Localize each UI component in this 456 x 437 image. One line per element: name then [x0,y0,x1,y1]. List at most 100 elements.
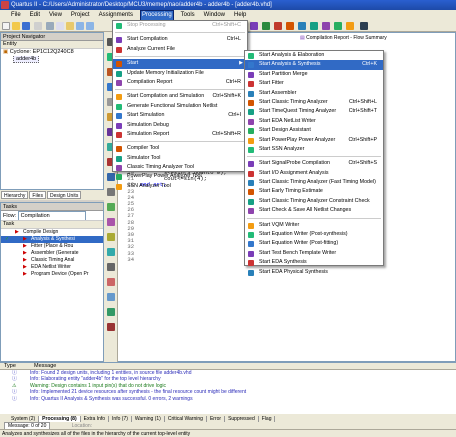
menu-item-start-eda-synthesis[interactable]: Start EDA Synthesis [245,258,383,267]
stop-icon[interactable] [274,22,282,30]
menu-item-analyze-current-file[interactable]: Analyze Current File [113,45,247,54]
save-icon[interactable] [22,22,30,30]
menu-item-start-powerplay-power-analyzer[interactable]: Start PowerPlay Power Analyzer Ctrl+Shift… [245,136,383,145]
menu-item-classic-timing-analyzer-tool[interactable]: Classic Timing Analyzer Tool [113,163,247,172]
copy-icon[interactable] [56,22,64,30]
open-folder-icon[interactable] [12,22,20,30]
programmer-icon[interactable] [334,22,342,30]
expand-arrow-icon[interactable]: ▶ [23,243,27,250]
paste-icon[interactable] [66,22,74,30]
task-label: EDA Netlist Writer [31,264,71,270]
menu-item-start-ssn-analyzer[interactable]: Start SSN Analyzer [245,145,383,154]
entity-row[interactable]: adder4b [1,56,103,63]
menu-item-start-signalprobe-compilation[interactable]: Start SignalProbe Compilation Ctrl+Shift+… [245,159,383,168]
menu-item-ssn-analyzer-tool[interactable]: SSN Analyzer Tool [113,182,247,191]
menu-item-start-eda-physical-synthesis[interactable]: Start EDA Physical Synthesis [245,268,383,277]
menu-item-start-vqm-writer[interactable]: Start VQM Writer [245,221,383,230]
expand-arrow-icon[interactable]: ▶ [23,264,27,271]
menu-item-start-classic-timing-analyzer[interactable]: Start Classic Timing Analyzer Ctrl+Shift+… [245,98,383,107]
title-bar: Quartus II - C:/Users/Administrator/Desk… [0,0,456,10]
redo-icon[interactable] [86,22,94,30]
menu-item-start-fitter[interactable]: Start Fitter [245,79,383,88]
grid-icon[interactable] [107,308,115,316]
tab-files[interactable]: Files [29,191,46,199]
select-icon[interactable] [107,203,115,211]
expand-arrow-icon[interactable]: ▶ [15,229,19,236]
new-file-icon[interactable] [2,22,10,30]
menu-item-powerplay-power-analyzer-tool[interactable]: PowerPlay Power Analyzer Tool [113,172,247,181]
menu-file[interactable]: File [10,11,22,20]
menu-item-update-memory-initialization-file[interactable]: Update Memory Initialization File [113,69,247,78]
expand-arrow-icon[interactable]: ▶ [23,236,27,243]
compile-icon[interactable] [250,22,258,30]
menu-window[interactable]: Window [203,11,226,20]
menu-item-start-timequest-timing-analyzer[interactable]: Start TimeQuest Timing Analyzer Ctrl+Shif… [245,107,383,116]
task-item[interactable]: ▶ Classic Timing Anal [1,257,103,264]
menu-item-compilation-report[interactable]: Compilation Report Ctrl+R [113,78,247,87]
expand-arrow-icon[interactable]: ▶ [23,250,27,257]
menu-item-start-eda-netlist-writer[interactable]: Start EDA NetList Writer [245,117,383,126]
case-icon[interactable] [107,248,115,256]
expand-arrow-icon[interactable]: ▶ [23,271,27,278]
zoom-icon[interactable] [107,293,115,301]
undo-icon[interactable] [76,22,84,30]
simulator-icon[interactable] [346,22,354,30]
message-row[interactable]: ⓘ Info: Quartus II Analysis & Synthesis w… [0,396,456,402]
tab-design-units[interactable]: Design Units [46,191,82,199]
menu-item-simulation-report[interactable]: Simulation Report Ctrl+Shift+R [113,130,247,139]
menu-processing[interactable]: Processing [139,9,174,21]
timing-icon[interactable] [298,22,306,30]
menu-item-start-test-bench-template-writer[interactable]: Start Test Bench Template Writer [245,249,383,258]
menu-item-start-partition-merge[interactable]: Start Partition Merge [245,70,383,79]
menu-item-start-compilation[interactable]: Start Compilation Ctrl+L [113,35,247,44]
menu-item-start-check-save-all-netlist-changes[interactable]: Start Check & Save All Netlist Changes [245,206,383,215]
menu-item-start-i-o-assignment-analysis[interactable]: Start I/O Assignment Analysis [245,169,383,178]
menu-item-compiler-tool[interactable]: Compiler Tool [113,144,247,153]
task-item[interactable]: ▶ Program Device (Open Pr [1,271,103,278]
tab-icon[interactable] [107,233,115,241]
start-compilation-icon[interactable] [262,22,270,30]
tab-hierarchy[interactable]: Hierarchy [1,191,29,199]
menu-item-start-early-timing-estimate[interactable]: Start Early Timing Estimate [245,187,383,196]
task-item[interactable]: ▶ Fitter (Place & Rou [1,243,103,250]
menu-item-generate-functional-simulation-netlist[interactable]: Generate Functional Simulation Netlist [113,102,247,111]
menu-tools[interactable]: Tools [180,11,196,20]
menu-item-simulation-debug[interactable]: Simulation Debug [113,121,247,130]
menu-project[interactable]: Project [70,11,91,20]
menu-assignments[interactable]: Assignments [98,11,134,20]
menu-item-stop-processing[interactable]: Stop Processing Ctrl+Shift+C [113,21,247,30]
menu-item-start-equation-writer-post-fitting[interactable]: Start Equation Writer (Post-fitting) [245,239,383,248]
wrap-icon[interactable] [107,218,115,226]
compilation-report-tab[interactable]: ▤ Compilation Report - Flow Summary [300,34,454,43]
menu-item-start[interactable]: Start ▶ [113,59,247,69]
analysis-icon[interactable] [286,22,294,30]
print-icon[interactable] [34,22,42,30]
menu-item-start-classic-timing-analyzer-fast-timing-model[interactable]: Start Classic Timing Analyzer (Fast Timi… [245,178,383,187]
fitter-icon[interactable] [310,22,318,30]
menu-item-start-simulation[interactable]: Start Simulation Ctrl+I [113,111,247,120]
format-icon[interactable] [107,323,115,331]
menu-item-start-analysis-synthesis[interactable]: Start Analysis & Synthesis Ctrl+K [245,60,383,70]
task-item[interactable]: ✓ ▶ Analysis & Synthesi [1,236,103,243]
menu-help[interactable]: Help [233,11,247,20]
menu-item-start-analysis-elaboration[interactable]: Start Analysis & Elaboration [245,51,383,60]
task-item[interactable]: ▶ Assembler (Generate [1,250,103,257]
expand-arrow-icon[interactable]: ▶ [23,257,27,264]
menu-edit[interactable]: Edit [29,11,41,20]
menu-item-start-compilation-and-simulation[interactable]: Start Compilation and Simulation Ctrl+Shi… [113,92,247,101]
menu-item-start-equation-writer-post-synthesis[interactable]: Start Equation Writer (Post-synthesis) [245,230,383,239]
menu-item-simulator-tool[interactable]: Simulator Tool [113,154,247,163]
menu-item-start-assembler[interactable]: Start Assembler [245,89,383,98]
cut-icon[interactable] [46,22,54,30]
menu-view[interactable]: View [48,11,63,20]
menu-item-start-classic-timing-analyzer-constraint-check[interactable]: Start Classic Timing Analyzer Constraint… [245,197,383,206]
help-icon[interactable] [360,22,368,30]
chip-planner-icon[interactable] [322,22,330,30]
menu-item-start-design-assistant[interactable]: Start Design Assistant [245,126,383,135]
split-icon[interactable] [107,278,115,286]
device-row[interactable]: ▣ Cyclone: EP1C12Q240C8 [1,49,103,56]
join-icon[interactable] [107,263,115,271]
task-item[interactable]: ▶ EDA Netlist Writer [1,264,103,271]
flow-select[interactable]: Compilation [17,211,86,220]
task-item[interactable]: ▶ Compile Design [1,229,103,236]
